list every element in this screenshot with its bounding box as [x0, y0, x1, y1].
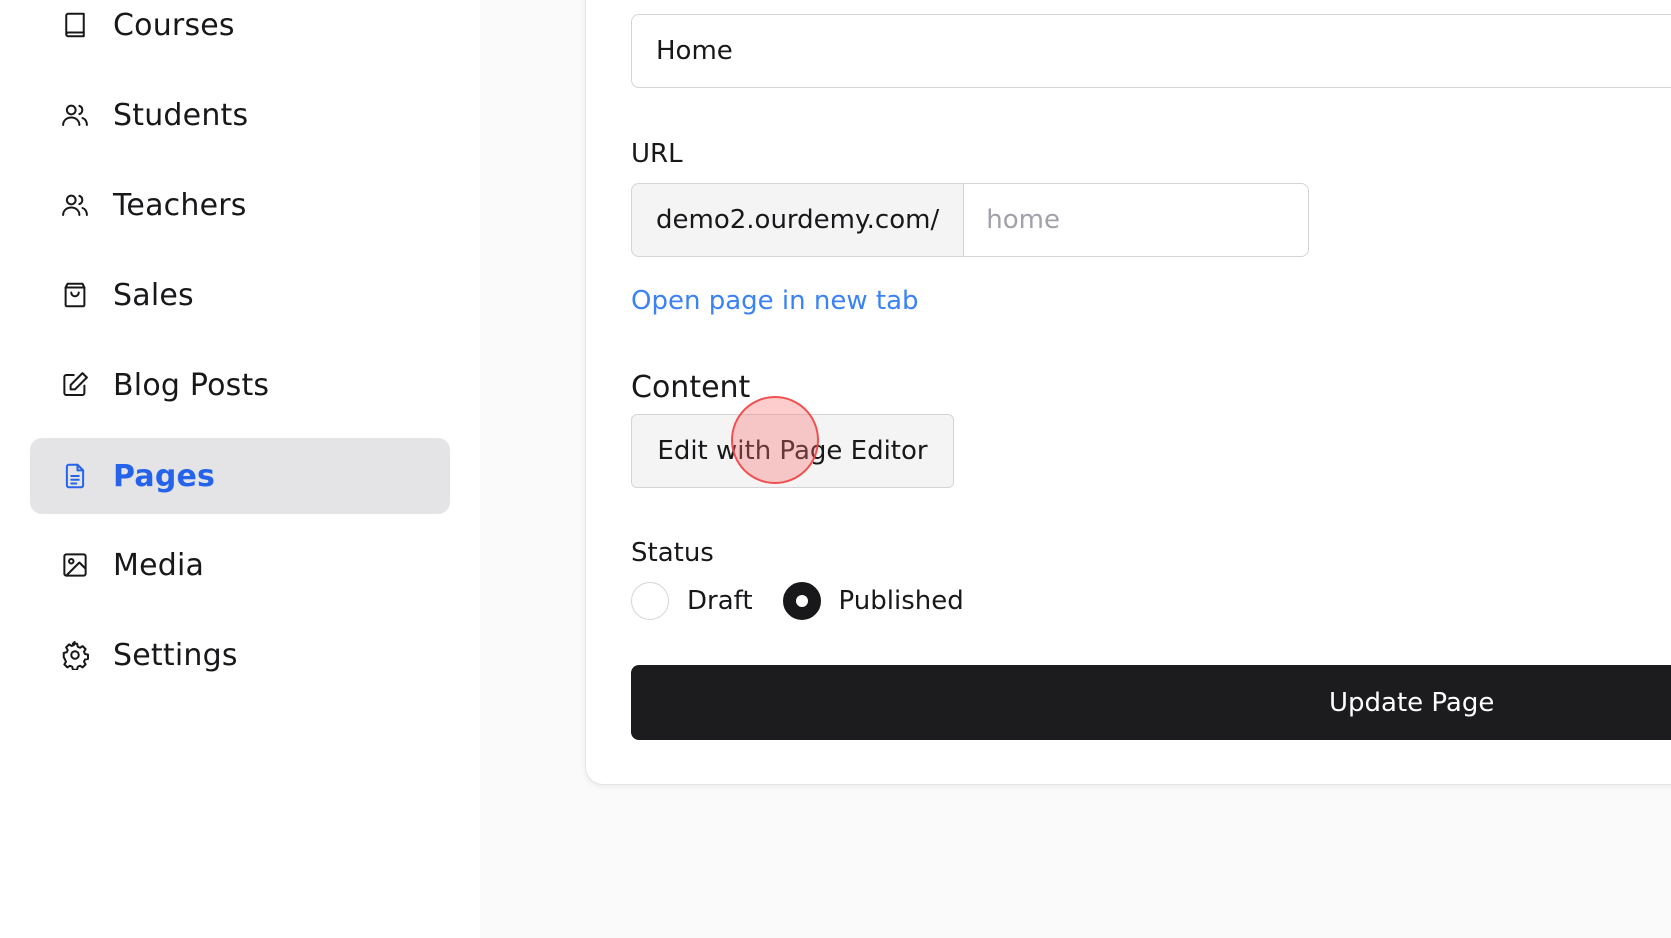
sidebar-item-students[interactable]: Students — [30, 77, 450, 153]
status-radio-group: Draft Published — [631, 582, 994, 620]
edit-with-page-editor-button[interactable]: Edit with Page Editor — [631, 414, 954, 488]
sidebar-item-settings[interactable]: Settings — [30, 617, 450, 693]
sidebar-item-courses[interactable]: Courses — [30, 0, 450, 63]
open-page-link[interactable]: Open page in new tab — [631, 286, 919, 316]
sidebar-item-media[interactable]: Media — [30, 527, 450, 603]
sidebar-item-pages[interactable]: Pages — [30, 438, 450, 514]
published-radio[interactable] — [782, 582, 821, 620]
sidebar: Courses Students Teachers Sales Blog Pos… — [0, 0, 480, 938]
edit-icon — [60, 370, 90, 400]
sidebar-item-sales[interactable]: Sales — [30, 257, 450, 333]
update-page-button[interactable]: Update Page — [631, 665, 1671, 740]
content-label: Content — [631, 370, 751, 405]
book-icon — [60, 10, 90, 40]
draft-radio[interactable] — [631, 582, 669, 620]
users-icon — [60, 100, 90, 130]
status-label: Status — [631, 538, 714, 568]
sidebar-item-label: Blog Posts — [113, 367, 270, 403]
url-field-group: demo2.ourdemy.com/ — [631, 183, 1310, 257]
page-title-input[interactable] — [631, 14, 1671, 88]
draft-radio-label[interactable]: Draft — [687, 586, 753, 616]
url-slug-input[interactable] — [963, 183, 1310, 257]
sidebar-item-label: Pages — [113, 458, 216, 494]
published-radio-label[interactable]: Published — [839, 586, 964, 616]
sidebar-item-teachers[interactable]: Teachers — [30, 167, 450, 243]
users-icon — [60, 190, 90, 220]
shopping-bag-icon — [60, 280, 90, 310]
document-icon — [60, 461, 90, 491]
gear-icon — [60, 640, 90, 670]
sidebar-item-blog-posts[interactable]: Blog Posts — [30, 347, 450, 423]
sidebar-item-label: Media — [113, 547, 205, 583]
sidebar-item-label: Settings — [113, 637, 238, 673]
sidebar-item-label: Sales — [113, 277, 194, 313]
url-prefix: demo2.ourdemy.com/ — [631, 183, 964, 257]
sidebar-item-label: Teachers — [113, 187, 247, 223]
sidebar-item-label: Courses — [113, 7, 235, 43]
url-label: URL — [631, 139, 683, 169]
sidebar-item-label: Students — [113, 97, 249, 133]
image-icon — [60, 550, 90, 580]
